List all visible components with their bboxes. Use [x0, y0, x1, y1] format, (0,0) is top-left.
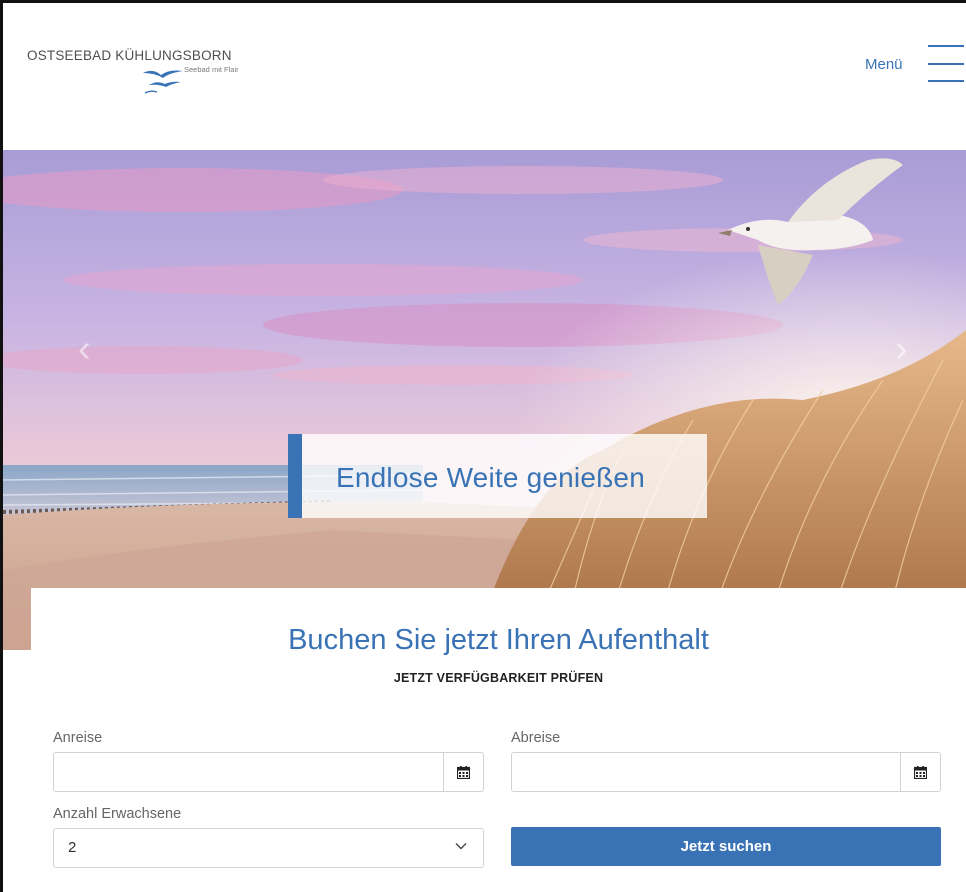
arrival-calendar-button[interactable]: [443, 753, 483, 791]
hero-slider: ‹ › Endlose Weite genießen: [3, 150, 966, 650]
booking-panel: Buchen Sie jetzt Ihren Aufenthalt JETZT …: [31, 588, 966, 892]
arrival-field[interactable]: [53, 752, 484, 792]
seagull-logo-icon: [143, 70, 183, 94]
calendar-icon: [457, 765, 470, 779]
booking-title: Buchen Sie jetzt Ihren Aufenthalt: [288, 624, 709, 656]
site-header: OSTSEEBAD KÜHLUNGSBORN Seebad mit Flair …: [3, 3, 966, 150]
calendar-icon: [914, 765, 927, 779]
logo-title: OSTSEEBAD KÜHLUNGSBORN: [27, 48, 232, 63]
hamburger-menu-icon[interactable]: [928, 43, 964, 83]
adults-selected-value: 2: [68, 839, 77, 856]
search-button[interactable]: Jetzt suchen: [511, 827, 941, 866]
departure-label: Abreise: [511, 730, 561, 746]
page: OSTSEEBAD KÜHLUNGSBORN Seebad mit Flair …: [0, 0, 966, 892]
logo-subtitle: Seebad mit Flair: [184, 65, 239, 74]
hero-caption-text: Endlose Weite genießen: [336, 462, 645, 493]
departure-calendar-button[interactable]: [900, 753, 940, 791]
departure-field[interactable]: [511, 752, 941, 792]
site-logo[interactable]: OSTSEEBAD KÜHLUNGSBORN Seebad mit Flair: [27, 48, 239, 94]
slider-next-button[interactable]: ›: [895, 330, 908, 368]
adults-label: Anzahl Erwachsene: [53, 806, 182, 822]
chevron-left-icon: ‹: [78, 328, 91, 370]
adults-select[interactable]: 2: [53, 828, 484, 868]
arrival-input[interactable]: [54, 753, 483, 791]
chevron-right-icon: ›: [895, 328, 908, 370]
hero-caption: Endlose Weite genießen: [288, 434, 707, 518]
slider-prev-button[interactable]: ‹: [78, 330, 91, 368]
chevron-down-icon: [455, 843, 467, 850]
booking-subtitle: JETZT VERFÜGBARKEIT PRÜFEN: [393, 671, 604, 685]
arrival-label: Anreise: [53, 730, 103, 746]
menu-label[interactable]: Menü: [865, 56, 903, 73]
departure-input[interactable]: [512, 753, 940, 791]
hero-image: [3, 150, 966, 650]
